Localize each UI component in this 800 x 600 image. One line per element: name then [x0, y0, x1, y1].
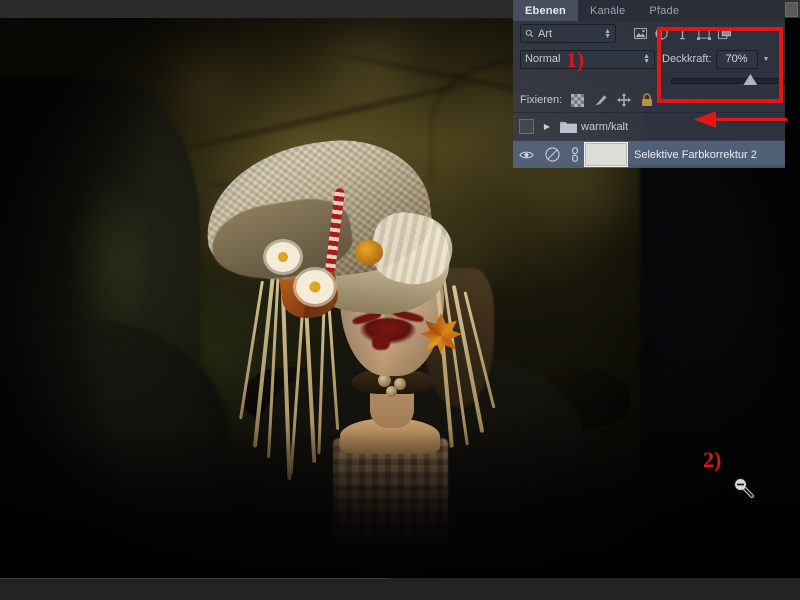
blend-mode-stepper[interactable]: ▲ ▼ [643, 53, 650, 65]
blend-mode-select[interactable]: Normal ▲ ▼ [520, 49, 655, 69]
lock-all-icon[interactable] [639, 93, 654, 108]
search-icon [525, 29, 534, 38]
lock-label: Fixieren: [520, 94, 563, 106]
annotation-step-1: 1) [566, 47, 585, 72]
blend-mode-value: Normal [525, 53, 561, 65]
eye-off-icon [518, 119, 534, 134]
layer-visibility-toggle[interactable] [513, 150, 539, 160]
image-filter-icon[interactable] [631, 24, 650, 43]
tab-pfade[interactable]: Pfade [637, 0, 691, 21]
tab-kanaele-label: Kanäle [589, 4, 626, 17]
folder-icon [555, 120, 581, 133]
layer-mask-thumbnail[interactable] [584, 142, 628, 167]
tab-kanaele[interactable]: Kanäle [578, 0, 637, 21]
panel-collapse-button[interactable] [785, 2, 798, 17]
application-bottom-bar [0, 578, 800, 600]
filter-kind-input[interactable] [538, 27, 586, 40]
lock-image-icon[interactable] [593, 93, 608, 108]
panel-tab-bar[interactable]: Ebenen Kanäle Pfade [513, 0, 785, 21]
link-mask-icon[interactable] [565, 147, 585, 162]
filter-kind-select[interactable]: ▲▼ [520, 24, 616, 43]
panel-rail [785, 0, 800, 18]
layer-row-group[interactable]: ▶ warm/kalt [513, 112, 785, 140]
lock-transparency-icon[interactable] [570, 93, 585, 108]
layer-name-selektive-farbkorrektur-2[interactable]: Selektive Farbkorrektur 2 [634, 149, 757, 161]
annotation-step-2: 2) [703, 447, 722, 472]
layer-visibility-toggle[interactable] [513, 119, 539, 134]
layer-row-selective-color[interactable]: Selektive Farbkorrektur 2 [513, 140, 785, 168]
annotation-arrow-shaft [712, 118, 787, 121]
screenshot-root: Ebenen Kanäle Pfade ▲▼ [0, 0, 800, 600]
lock-position-icon[interactable] [616, 93, 631, 108]
bottom-bar-divider [0, 578, 390, 579]
layer-name-warm-kalt[interactable]: warm/kalt [581, 121, 628, 133]
tab-pfade-label: Pfade [649, 4, 680, 17]
adjustment-layer-icon[interactable] [539, 147, 565, 162]
group-expand-arrow-icon[interactable]: ▶ [539, 122, 555, 131]
zoom-out-cursor-icon [731, 475, 755, 499]
eye-icon [518, 151, 534, 158]
tab-ebenen-label: Ebenen [525, 4, 566, 17]
annotation-highlight-box [657, 27, 783, 103]
tab-ebenen[interactable]: Ebenen [513, 0, 578, 21]
filter-kind-stepper[interactable]: ▲ ▼ [604, 28, 611, 40]
